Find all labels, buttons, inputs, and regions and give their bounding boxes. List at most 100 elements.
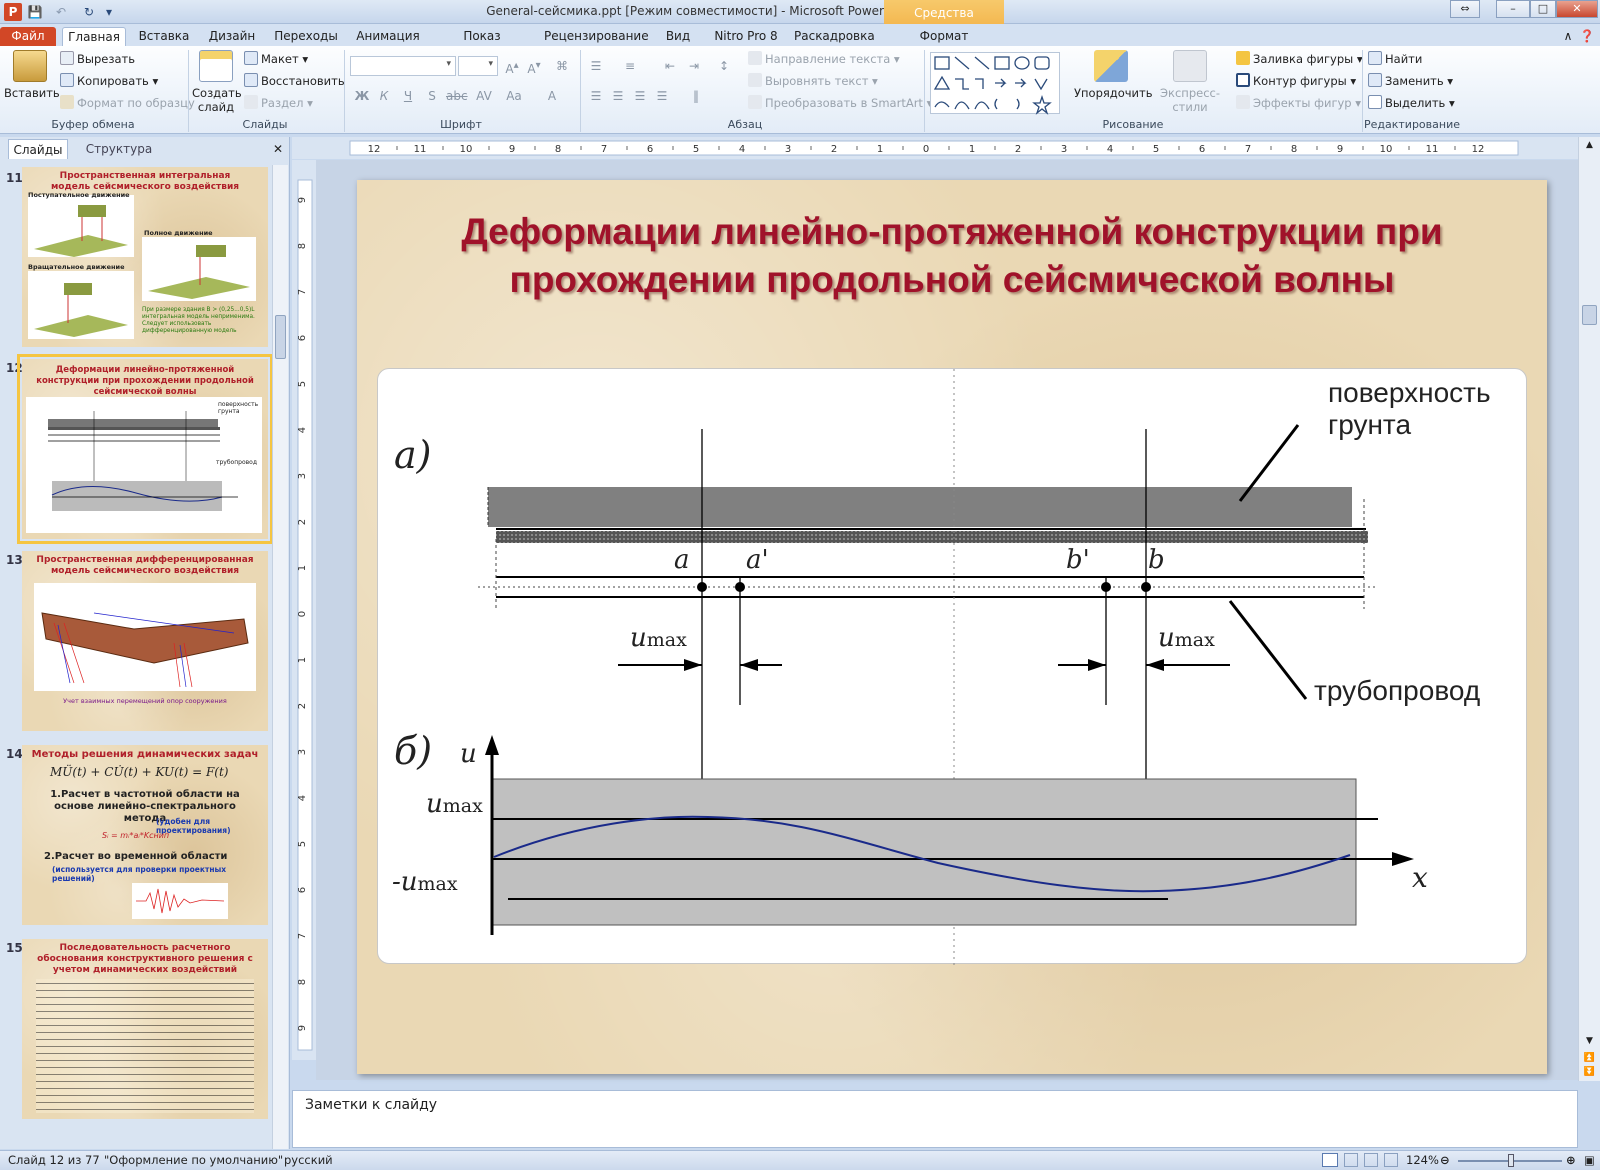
quick-styles-button[interactable]: Экспресс-стили (1148, 50, 1232, 114)
zoom-in-icon[interactable]: ⊕ (1566, 1151, 1576, 1170)
arrange-button[interactable]: Упорядочить (1074, 50, 1153, 100)
ruler-tick-label: 9 (1337, 144, 1343, 155)
maximize-icon[interactable]: □ (1530, 0, 1556, 18)
strikethrough-icon[interactable]: abc (446, 86, 468, 106)
slide-sorter-icon[interactable] (1344, 1153, 1358, 1167)
bullets-icon[interactable]: ☰ (586, 56, 606, 76)
shapes-gallery[interactable] (930, 52, 1060, 115)
bold-icon[interactable]: Ж (352, 86, 372, 106)
scroll-thumb[interactable] (1582, 305, 1597, 325)
format-painter-label: Формат по образцу (77, 96, 195, 110)
decrease-indent-icon[interactable]: ⇤ (660, 56, 680, 76)
slides-panel-scrollbar[interactable] (272, 165, 288, 1149)
tab-slides-panel[interactable]: Слайды (8, 139, 68, 159)
layout-button[interactable]: Макет ▾ (244, 50, 308, 68)
previous-slide-icon[interactable]: ⏫ (1581, 1051, 1598, 1065)
select-button[interactable]: Выделить ▾ (1368, 94, 1455, 112)
cut-button[interactable]: Вырезать (60, 50, 135, 68)
theme-name[interactable]: "Оформление по умолчанию" (104, 1151, 283, 1170)
format-painter-button[interactable]: Формат по образцу (60, 94, 195, 112)
text-direction-button[interactable]: Направление текста ▾ (748, 50, 900, 68)
columns-icon[interactable]: ‖ (686, 86, 706, 106)
shadow-text-icon[interactable]: S (422, 86, 442, 106)
slide-number: 12 (6, 361, 23, 375)
tab-format[interactable]: Формат (908, 27, 980, 47)
thumb-note: При размере здания B > (0,25...0,5)L инт… (142, 307, 255, 334)
change-case-icon[interactable]: Aa (504, 86, 524, 106)
replace-button[interactable]: Заменить ▾ (1368, 72, 1453, 90)
tab-view[interactable]: Вид (660, 27, 696, 47)
align-right-icon[interactable]: ☰ (630, 86, 650, 106)
notes-pane[interactable]: Заметки к слайду (292, 1090, 1578, 1148)
tab-home[interactable]: Главная (62, 27, 126, 47)
underline-icon[interactable]: Ч (398, 86, 418, 106)
fit-to-window-icon[interactable]: ▣ (1584, 1151, 1595, 1170)
line-spacing-icon[interactable]: ↕ (714, 56, 734, 76)
slide-thumbnail-12[interactable]: Деформации линейно-протяженной конструкц… (17, 354, 273, 544)
zoom-out-icon[interactable]: ⊖ (1440, 1151, 1450, 1170)
scroll-thumb[interactable] (275, 315, 286, 359)
section-button[interactable]: Раздел ▾ (244, 94, 313, 112)
zoom-slider-thumb[interactable] (1508, 1154, 1514, 1167)
justify-icon[interactable]: ☰ (652, 86, 672, 106)
tab-storyboard[interactable]: Раскадровка (794, 27, 875, 47)
grow-font-icon[interactable]: A▴ (502, 56, 522, 76)
close-icon[interactable]: ✕ (1556, 0, 1598, 18)
ruler-tick-label: 8 (1291, 144, 1297, 155)
reset-button[interactable]: Восстановить (244, 72, 345, 90)
slide-thumbnail-13[interactable]: Пространственная дифференцированная моде… (22, 551, 268, 731)
smartart-button[interactable]: Преобразовать в SmartArt ▾ (748, 94, 932, 112)
language-indicator[interactable]: русский (284, 1151, 333, 1170)
slide-thumbnail-14[interactable]: Методы решения динамических задач MÜ(t) … (22, 745, 268, 925)
shape-fill-button[interactable]: Заливка фигуры ▾ (1236, 50, 1363, 68)
restore-ribbon-icon[interactable]: ⇔ (1450, 0, 1480, 18)
diagram-panel[interactable]: а) б) поверхность грунта трубопровод a a… (377, 368, 1527, 965)
font-size-input[interactable]: ▾ (458, 56, 498, 76)
shape-outline-button[interactable]: Контур фигуры ▾ (1236, 72, 1356, 90)
font-name-input[interactable]: ▾ (350, 56, 456, 76)
font-color-icon[interactable]: A (542, 86, 562, 106)
paste-button[interactable]: Вставить (4, 50, 60, 100)
zoom-level[interactable]: 124% (1406, 1151, 1439, 1170)
slide-title[interactable]: Деформации линейно-протяженной конструкц… (357, 208, 1547, 304)
shape-effects-button[interactable]: Эффекты фигур ▾ (1236, 94, 1361, 112)
tab-review[interactable]: Рецензирование (544, 27, 649, 47)
increase-indent-icon[interactable]: ⇥ (684, 56, 704, 76)
slide-thumbnail-11[interactable]: Пространственная интегральная модель сей… (22, 167, 268, 347)
copy-button[interactable]: Копировать ▾ (60, 72, 158, 90)
slide-canvas[interactable]: Деформации линейно-протяженной конструкц… (357, 180, 1547, 1074)
shrink-font-icon[interactable]: A▾ (524, 56, 544, 76)
label-axis-x: x (1412, 861, 1428, 894)
align-text-button[interactable]: Выровнять текст ▾ (748, 72, 878, 90)
normal-view-icon[interactable] (1322, 1153, 1338, 1167)
slide-scrollbar[interactable]: ▲ ▼ ⏫ ⏬ (1578, 137, 1600, 1081)
numbering-icon[interactable]: ≡ (620, 56, 640, 76)
help-icon[interactable]: ❓ (1578, 27, 1596, 47)
close-panel-icon[interactable]: ✕ (270, 139, 286, 159)
tab-insert[interactable]: Вставка (136, 27, 192, 47)
tab-file[interactable]: Файл (0, 27, 56, 47)
align-left-icon[interactable]: ☰ (586, 86, 606, 106)
tab-slideshow[interactable]: Показ слайдов (436, 27, 528, 62)
slide-thumbnail-15[interactable]: Последовательность расчетного обосновани… (22, 939, 268, 1119)
clear-format-icon[interactable]: ⌘ (552, 56, 572, 76)
slideshow-view-icon[interactable] (1384, 1153, 1398, 1167)
tab-transitions[interactable]: Переходы (272, 27, 340, 47)
char-spacing-icon[interactable]: AV (474, 86, 494, 106)
find-button[interactable]: Найти (1368, 50, 1422, 68)
tab-nitro[interactable]: Nitro Pro 8 (710, 27, 782, 47)
minimize-icon[interactable]: – (1496, 0, 1530, 18)
tab-design[interactable]: Дизайн (206, 27, 258, 47)
italic-icon[interactable]: К (374, 86, 394, 106)
next-slide-icon[interactable]: ⏬ (1581, 1065, 1598, 1079)
align-center-icon[interactable]: ☰ (608, 86, 628, 106)
scroll-up-icon[interactable]: ▲ (1581, 137, 1598, 153)
ruler-tick-label: 6 (1199, 144, 1205, 155)
new-slide-button[interactable]: Создать слайд (192, 50, 242, 114)
reading-view-icon[interactable] (1364, 1153, 1378, 1167)
tab-outline-panel[interactable]: Структура (76, 139, 162, 159)
scroll-down-icon[interactable]: ▼ (1581, 1033, 1598, 1049)
ribbon-collapse-icon[interactable]: ∧ (1560, 27, 1576, 47)
ground-slab (488, 487, 1352, 527)
tab-animation[interactable]: Анимация (354, 27, 422, 47)
